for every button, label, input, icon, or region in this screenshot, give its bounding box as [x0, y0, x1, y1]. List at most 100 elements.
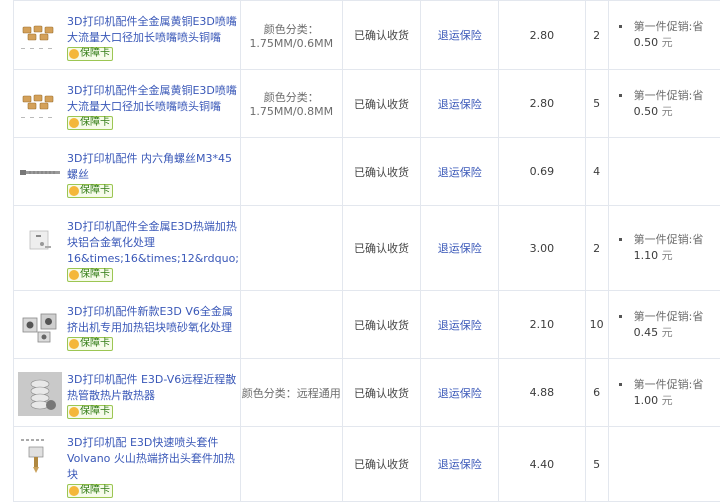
- guarantee-card-badge[interactable]: 保障卡: [67, 268, 113, 282]
- return-shipping-insurance-link[interactable]: 退运保险: [438, 242, 482, 255]
- guarantee-badge-icon: [69, 186, 79, 196]
- bullet-icon: [619, 315, 622, 318]
- bullet-icon: [619, 383, 622, 386]
- promo-amount: 0.50: [634, 105, 659, 118]
- promo-cell: [608, 138, 720, 206]
- promo-cell: 第一件促销:省 0.45 元: [608, 291, 720, 359]
- guarantee-card-badge[interactable]: 保障卡: [67, 337, 113, 351]
- screw-icon[interactable]: [18, 151, 62, 195]
- unit-price: 0.69: [499, 138, 585, 206]
- guarantee-badge-icon: [69, 49, 79, 59]
- promo-cell: 第一件促销:省 1.00 元: [608, 359, 720, 427]
- return-shipping-insurance-link[interactable]: 退运保险: [438, 458, 482, 471]
- product-cell: 3D打印机配件 E3D-V6远程近程散热管散热片散热器 保障卡: [14, 359, 241, 427]
- unit-price: 2.80: [499, 1, 585, 70]
- promo-amount: 0.50: [634, 36, 659, 49]
- table-row: 3D打印机配件新款E3D V6全金属挤出机专用加热铝块喷砂氧化处理 保障卡 已确…: [14, 291, 720, 359]
- quantity: 5: [585, 70, 608, 138]
- product-cell: 3D打印机配件全金属黄铜E3D喷嘴大流量大口径加长喷嘴喷头铜嘴 保障卡: [14, 1, 241, 70]
- promo-label: 第一件促销:省: [634, 310, 704, 323]
- product-cell: 3D打印机配件 内六角螺丝M3*45 螺丝 保障卡: [14, 138, 241, 206]
- promo-cell: 第一件促销:省 0.50 元: [608, 70, 720, 138]
- product-title-link[interactable]: 3D打印机配件全金属E3D热端加热块铝合金氧化处理16&times;16&tim…: [67, 219, 239, 267]
- promo-amount: 1.00: [634, 394, 659, 407]
- guarantee-card-badge[interactable]: 保障卡: [67, 47, 113, 61]
- unit-price: 4.88: [499, 359, 585, 427]
- promo-cell: [608, 427, 720, 502]
- quantity: 10: [585, 291, 608, 359]
- promo-label: 第一件促销:省: [634, 20, 704, 33]
- quantity: 4: [585, 138, 608, 206]
- order-status: 已确认收货: [342, 138, 420, 206]
- brass-nozzle-icon[interactable]: [18, 83, 62, 127]
- return-shipping-insurance-link[interactable]: 退运保险: [438, 387, 482, 400]
- unit-price: 2.80: [499, 70, 585, 138]
- order-items-table: 3D打印机配件全金属黄铜E3D喷嘴大流量大口径加长喷嘴喷头铜嘴 保障卡 颜色分类…: [13, 0, 720, 502]
- product-title-link[interactable]: 3D打印机配件全金属黄铜E3D喷嘴大流量大口径加长喷嘴喷头铜嘴: [67, 14, 238, 46]
- hotend-kit-icon[interactable]: [18, 435, 62, 479]
- guarantee-badge-icon: [69, 339, 79, 349]
- promo-unit: 元: [662, 36, 673, 49]
- sku-cell: 颜色分类：1.75MM/0.8MM: [240, 70, 342, 138]
- guarantee-badge-icon: [69, 407, 79, 417]
- promo-unit: 元: [662, 394, 673, 407]
- return-shipping-insurance-link[interactable]: 退运保险: [438, 166, 482, 179]
- quantity: 5: [585, 427, 608, 502]
- sku-cell: [240, 206, 342, 291]
- return-shipping-insurance-link[interactable]: 退运保险: [438, 29, 482, 42]
- aluminum-block-icon[interactable]: [18, 304, 62, 348]
- quantity: 2: [585, 1, 608, 70]
- guarantee-card-badge[interactable]: 保障卡: [67, 116, 113, 130]
- return-shipping-insurance-link[interactable]: 退运保险: [438, 98, 482, 111]
- promo-label: 第一件促销:省: [634, 89, 704, 102]
- sku-cell: 颜色分类：远程通用: [240, 359, 342, 427]
- sku-cell: [240, 138, 342, 206]
- guarantee-badge-icon: [69, 118, 79, 128]
- return-shipping-insurance-link[interactable]: 退运保险: [438, 319, 482, 332]
- order-status: 已确认收货: [342, 291, 420, 359]
- order-status: 已确认收货: [342, 1, 420, 70]
- promo-amount: 0.45: [634, 326, 659, 339]
- product-title-link[interactable]: 3D打印机配件 E3D-V6远程近程散热管散热片散热器: [67, 372, 238, 404]
- table-row: 3D打印机配件 E3D-V6远程近程散热管散热片散热器 保障卡 颜色分类：远程通…: [14, 359, 720, 427]
- unit-price: 4.40: [499, 427, 585, 502]
- promo-label: 第一件促销:省: [634, 378, 704, 391]
- product-title-link[interactable]: 3D打印机配件 内六角螺丝M3*45 螺丝: [67, 151, 238, 183]
- product-title-link[interactable]: 3D打印机配件新款E3D V6全金属挤出机专用加热铝块喷砂氧化处理: [67, 304, 238, 336]
- product-cell: 3D打印机配件全金属E3D热端加热块铝合金氧化处理16&times;16&tim…: [14, 206, 241, 291]
- promo-cell: 第一件促销:省 1.10 元: [608, 206, 720, 291]
- promo-unit: 元: [662, 105, 673, 118]
- unit-price: 3.00: [499, 206, 585, 291]
- table-row: 3D打印机配件全金属E3D热端加热块铝合金氧化处理16&times;16&tim…: [14, 206, 720, 291]
- product-cell: 3D打印机配 E3D快速喷头套件Volvano 火山热端挤出头套件加热块 保障卡: [14, 427, 241, 502]
- table-row: 3D打印机配件全金属黄铜E3D喷嘴大流量大口径加长喷嘴喷头铜嘴 保障卡 颜色分类…: [14, 1, 720, 70]
- promo-cell: 第一件促销:省 0.50 元: [608, 1, 720, 70]
- unit-price: 2.10: [499, 291, 585, 359]
- bullet-icon: [619, 238, 622, 241]
- product-cell: 3D打印机配件全金属黄铜E3D喷嘴大流量大口径加长喷嘴喷头铜嘴 保障卡: [14, 70, 241, 138]
- order-status: 已确认收货: [342, 70, 420, 138]
- promo-amount: 1.10: [634, 249, 659, 262]
- heatsink-icon[interactable]: [18, 372, 62, 416]
- promo-label: 第一件促销:省: [634, 233, 704, 246]
- promo-unit: 元: [662, 326, 673, 339]
- guarantee-card-badge[interactable]: 保障卡: [67, 184, 113, 198]
- heater-block-icon[interactable]: [18, 219, 62, 263]
- guarantee-badge-icon: [69, 486, 79, 496]
- quantity: 2: [585, 206, 608, 291]
- guarantee-badge-icon: [69, 270, 79, 280]
- brass-nozzle-icon[interactable]: [18, 14, 62, 58]
- order-status: 已确认收货: [342, 206, 420, 291]
- product-title-link[interactable]: 3D打印机配 E3D快速喷头套件Volvano 火山热端挤出头套件加热块: [67, 435, 238, 483]
- product-title-link[interactable]: 3D打印机配件全金属黄铜E3D喷嘴大流量大口径加长喷嘴喷头铜嘴: [67, 83, 238, 115]
- guarantee-card-badge[interactable]: 保障卡: [67, 484, 113, 498]
- bullet-icon: [619, 94, 622, 97]
- table-row: 3D打印机配件 内六角螺丝M3*45 螺丝 保障卡 已确认收货 退运保险 0.6…: [14, 138, 720, 206]
- guarantee-card-badge[interactable]: 保障卡: [67, 405, 113, 419]
- sku-cell: 颜色分类：1.75MM/0.6MM: [240, 1, 342, 70]
- sku-cell: [240, 291, 342, 359]
- quantity: 6: [585, 359, 608, 427]
- promo-unit: 元: [662, 249, 673, 262]
- sku-cell: [240, 427, 342, 502]
- bullet-icon: [619, 25, 622, 28]
